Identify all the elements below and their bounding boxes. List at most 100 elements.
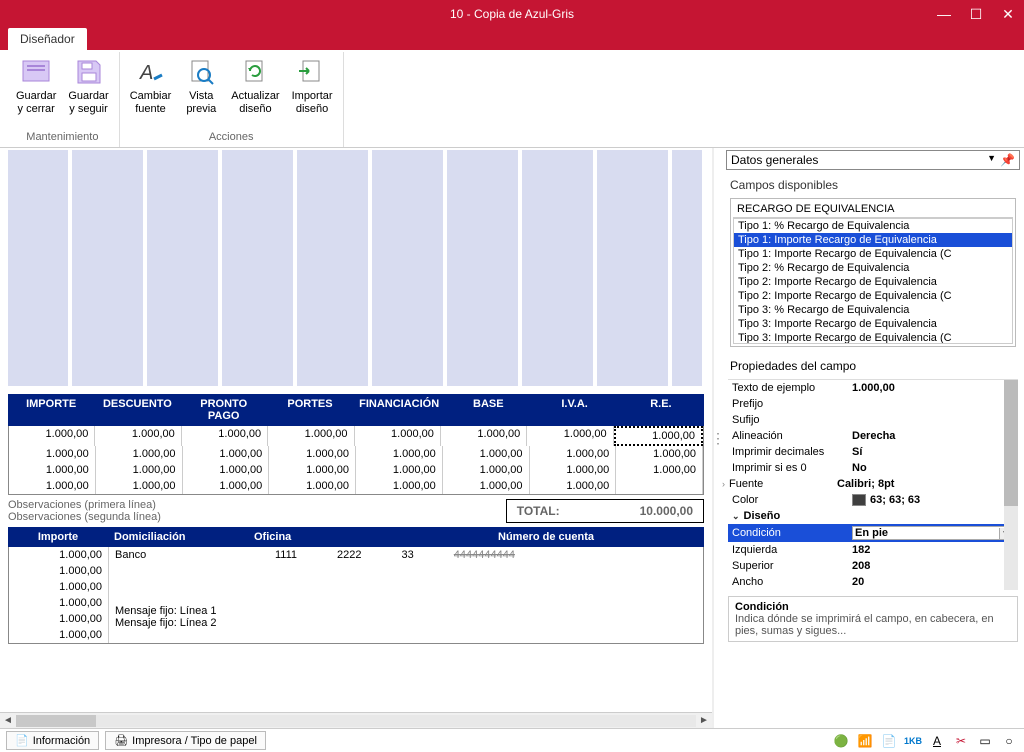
grid-cell[interactable]: 1.000,00 [182,426,268,446]
status-icon-8[interactable]: ○ [1000,733,1018,749]
grid-cell[interactable]: 1.000,00 [269,446,356,462]
grid-cell[interactable]: 1.000,00 [614,426,703,446]
grid-cell[interactable]: 1.000,00 [96,446,183,462]
grid-cell[interactable]: 1.000,00 [530,478,617,494]
bank-v2[interactable]: 2222 [337,549,361,561]
prop-group-design[interactable]: Diseño [744,510,781,522]
tab-printer[interactable]: 🖨Impresora / Tipo de papel [105,731,266,750]
properties-grid[interactable]: Texto de ejemplo1.000,00 Prefijo Sufijo … [728,379,1018,590]
save-continue-button[interactable]: Guardary seguir [62,52,114,129]
pin-icon[interactable]: 📌 [1000,153,1015,167]
status-icon-4[interactable]: 1KB [904,733,922,749]
grid-cell[interactable]: 1.000,00 [95,426,181,446]
field-category[interactable]: RECARGO DE EQUIVALENCIA [733,201,1013,218]
grid-cell[interactable]: 1.000,00 [96,462,183,478]
grid-cell[interactable] [616,478,703,494]
status-icon-7[interactable]: ▭ [976,733,994,749]
grid-cell[interactable]: 1.000,00 [356,462,443,478]
prop-left[interactable]: 182 [852,544,1014,556]
bank-amount[interactable]: 1.000,00 [9,611,108,627]
bank-amount[interactable]: 1.000,00 [9,627,108,643]
grid-cell[interactable]: 1.000,00 [268,426,354,446]
prop-texto[interactable]: 1.000,00 [852,382,1014,394]
preview-button[interactable]: Vistaprevia [177,52,225,129]
bank-msg1[interactable]: Mensaje fijo: Línea 1 [115,605,697,617]
prop-font[interactable]: Calibri; 8pt [837,478,1014,490]
change-font-button[interactable]: A Cambiarfuente [124,52,178,129]
tab-designer[interactable]: Diseñador [8,28,87,50]
data-section-combo[interactable]: Datos generales ▼📌 [726,150,1020,170]
field-item[interactable]: Tipo 3: Importe Recargo de Equivalencia [734,317,1012,331]
grid-cell[interactable]: 1.000,00 [183,446,270,462]
field-item[interactable]: Tipo 2: Importe Recargo de Equivalencia [734,275,1012,289]
totals-grid[interactable]: 1.000,001.000,001.000,001.000,001.000,00… [8,426,704,495]
prop-condition[interactable]: En pie [855,527,888,539]
grid-cell[interactable]: 1.000,00 [527,426,613,446]
grid-cell[interactable]: 1.000,00 [616,462,703,478]
status-icon-5[interactable]: A [928,733,946,749]
prop-decimals[interactable]: Sí [852,446,1014,458]
observations-line1[interactable]: Observaciones (primera línea) [8,499,466,511]
prop-top[interactable]: 208 [852,560,1014,572]
bank-grid[interactable]: 1.000,001.000,001.000,001.000,001.000,00… [8,547,704,644]
grid-cell[interactable]: 1.000,00 [269,462,356,478]
bank-amount[interactable]: 1.000,00 [9,547,108,563]
grid-cell[interactable]: 1.000,00 [9,462,96,478]
observations-line2[interactable]: Observaciones (segunda línea) [8,511,466,523]
bank-amount[interactable]: 1.000,00 [9,579,108,595]
bank-v1[interactable]: 1111 [275,549,297,561]
maximize-button[interactable]: ☐ [960,0,992,28]
grid-cell[interactable]: 1.000,00 [530,446,617,462]
grid-cell[interactable]: 1.000,00 [616,446,703,462]
bank-name[interactable]: Banco [115,549,235,561]
grid-cell[interactable]: 1.000,00 [9,426,95,446]
minimize-button[interactable]: — [928,0,960,28]
field-item[interactable]: Tipo 2: % Recargo de Equivalencia [734,261,1012,275]
properties-scrollbar[interactable] [1004,380,1018,590]
canvas-horizontal-scrollbar[interactable]: ◄► [0,712,712,728]
bank-v4[interactable]: 4444444444 [454,549,515,561]
field-list[interactable]: Tipo 1: % Recargo de EquivalenciaTipo 1:… [733,218,1013,344]
grid-cell[interactable]: 1.000,00 [9,478,96,494]
status-icon-6[interactable]: ✂ [952,733,970,749]
field-item[interactable]: Tipo 1: % Recargo de Equivalencia [734,219,1012,233]
save-close-button[interactable]: Guardary cerrar [10,52,62,129]
close-button[interactable]: ✕ [992,0,1024,28]
grid-cell[interactable]: 1.000,00 [443,462,530,478]
status-icon-2[interactable]: 📶 [856,733,874,749]
bank-amount[interactable]: 1.000,00 [9,595,108,611]
split-handle[interactable] [714,148,722,728]
bank-amount[interactable]: 1.000,00 [9,563,108,579]
tab-information[interactable]: 📄Información [6,731,99,750]
prop-color[interactable]: 63; 63; 63 [852,494,1014,506]
grid-cell[interactable]: 1.000,00 [183,462,270,478]
prop-printzero[interactable]: No [852,462,1014,474]
field-item[interactable]: Tipo 2: Importe Recargo de Equivalencia … [734,289,1012,303]
grid-cell[interactable]: 1.000,00 [96,478,183,494]
grid-cell[interactable]: 1.000,00 [530,462,617,478]
grid-cell[interactable]: 1.000,00 [355,426,441,446]
field-item[interactable]: Tipo 1: Importe Recargo de Equivalencia [734,233,1012,247]
design-canvas[interactable]: IMPORTE DESCUENTO PRONTO PAGO PORTES FIN… [0,148,714,728]
status-icon-1[interactable]: 🟢 [832,733,850,749]
grid-cell[interactable]: 1.000,00 [356,446,443,462]
field-item[interactable]: Tipo 1: Importe Recargo de Equivalencia … [734,247,1012,261]
grid-cell[interactable]: 1.000,00 [443,446,530,462]
refresh-design-button[interactable]: Actualizardiseño [225,52,285,129]
status-icon-3[interactable]: 📄 [880,733,898,749]
import-design-button[interactable]: Importardiseño [286,52,339,129]
total-box[interactable]: TOTAL: 10.000,00 [506,499,704,523]
field-item[interactable]: Tipo 3: Importe Recargo de Equivalencia … [734,331,1012,344]
prop-condition-row[interactable]: CondiciónEn pie▾ [728,524,1018,542]
grid-cell[interactable]: 1.000,00 [356,478,443,494]
field-item[interactable]: Tipo 3: % Recargo de Equivalencia [734,303,1012,317]
grid-cell[interactable]: 1.000,00 [183,478,270,494]
grid-cell[interactable]: 1.000,00 [269,478,356,494]
grid-cell[interactable]: 1.000,00 [9,446,96,462]
grid-cell[interactable]: 1.000,00 [441,426,527,446]
prop-width[interactable]: 20 [852,576,1014,588]
bank-msg2[interactable]: Mensaje fijo: Línea 2 [115,617,697,629]
prop-align[interactable]: Derecha [852,430,1014,442]
bank-v3[interactable]: 33 [402,549,414,561]
grid-cell[interactable]: 1.000,00 [443,478,530,494]
